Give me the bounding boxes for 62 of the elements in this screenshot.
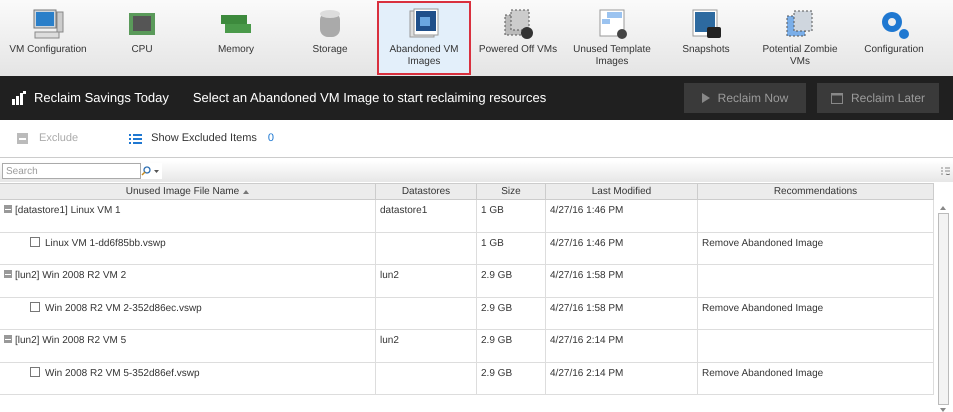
toolbar-tab[interactable]: Memory xyxy=(189,1,283,75)
table-cell-text: [lun2] Win 2008 R2 VM 5 xyxy=(15,334,126,348)
chart-icon xyxy=(12,91,26,105)
toolbar-tab[interactable]: Unused Template Images xyxy=(565,1,659,75)
banner-message: Select an Abandoned VM Image to start reclaiming resources xyxy=(192,89,546,108)
table-cell-text: 1 GB xyxy=(481,204,504,218)
table-cell-text: Win 2008 R2 VM 5-352d86ef.vswp xyxy=(45,366,200,380)
table-cell-text: lun2 xyxy=(380,334,399,348)
table-cell-text: Remove Abandoned Image xyxy=(702,366,824,380)
toolbar-tab[interactable]: Storage xyxy=(283,1,377,75)
checkbox[interactable] xyxy=(30,366,40,376)
table-cell-text: 4/27/16 1:46 PM xyxy=(550,204,624,218)
column-header[interactable]: Datastores xyxy=(376,184,477,199)
banner-title: Reclaim Savings Today xyxy=(34,89,169,108)
search-icon xyxy=(141,166,151,176)
table-cell-text: 4/27/16 2:14 PM xyxy=(550,366,624,380)
checkbox[interactable] xyxy=(30,236,40,246)
column-menu-icon xyxy=(941,167,950,175)
search-field[interactable]: Search xyxy=(2,163,141,179)
column-header[interactable]: Last Modified xyxy=(546,184,698,199)
toolbar-tab[interactable]: Abandoned VM Images xyxy=(377,1,471,75)
table-cell-text: 2.9 GB xyxy=(481,302,512,316)
table-cell-text: 4/27/16 2:14 PM xyxy=(550,334,624,348)
scroll-down-icon[interactable] xyxy=(940,408,946,412)
table-cell-text: 2.9 GB xyxy=(481,334,512,348)
table-cell-text: 2.9 GB xyxy=(481,269,512,283)
table-cell-text: Linux VM 1-dd6f85bb.vswp xyxy=(45,236,166,250)
caret-icon xyxy=(154,170,159,172)
table-cell-text: 4/27/16 1:58 PM xyxy=(550,302,624,316)
show-excluded-link[interactable]: Show Excluded Items xyxy=(129,130,257,147)
checkbox[interactable] xyxy=(30,302,40,312)
table-cell-text: [lun2] Win 2008 R2 VM 2 xyxy=(15,269,126,283)
toolbar-tab[interactable]: CPU xyxy=(95,1,189,75)
computer-icon xyxy=(31,7,65,41)
toolbar-tab[interactable]: VM Configuration xyxy=(1,1,95,75)
table-cell-text: 1 GB xyxy=(481,236,504,250)
minus-icon xyxy=(17,133,28,144)
table-cell-text: 2.9 GB xyxy=(481,366,512,380)
play-icon xyxy=(702,93,710,103)
excluded-count: 0 xyxy=(268,131,274,146)
column-header[interactable]: Size xyxy=(477,184,546,199)
toolbar-tab[interactable]: Powered Off VMs xyxy=(471,1,565,75)
table-cell-text: 4/27/16 1:58 PM xyxy=(550,269,624,283)
collapse-icon[interactable] xyxy=(4,205,12,213)
collapse-icon[interactable] xyxy=(4,270,12,278)
scroll-up-icon[interactable] xyxy=(940,206,946,210)
toolbar-tab[interactable]: Snapshots xyxy=(659,1,753,75)
table-cell-text: datastore1 xyxy=(380,204,428,218)
table-cell-text: 4/27/16 1:46 PM xyxy=(550,236,624,250)
list-icon xyxy=(129,134,142,144)
sort-up-icon xyxy=(243,190,250,194)
toolbar-tab[interactable]: Potential Zombie VMs xyxy=(753,1,847,75)
table-cell-text: Win 2008 R2 VM 2-352d86ec.vswp xyxy=(45,302,202,316)
toolbar-tab[interactable]: Configuration xyxy=(847,1,941,75)
calendar-icon xyxy=(830,92,843,104)
table-cell-text: lun2 xyxy=(380,269,399,283)
column-header[interactable]: Recommendations xyxy=(698,184,934,199)
table-cell-text: Remove Abandoned Image xyxy=(702,302,824,316)
column-header[interactable]: Unused Image File Name xyxy=(0,184,376,199)
collapse-icon[interactable] xyxy=(4,335,12,343)
table-cell-text: Remove Abandoned Image xyxy=(702,236,824,250)
table-cell-text: [datastore1] Linux VM 1 xyxy=(15,204,121,218)
